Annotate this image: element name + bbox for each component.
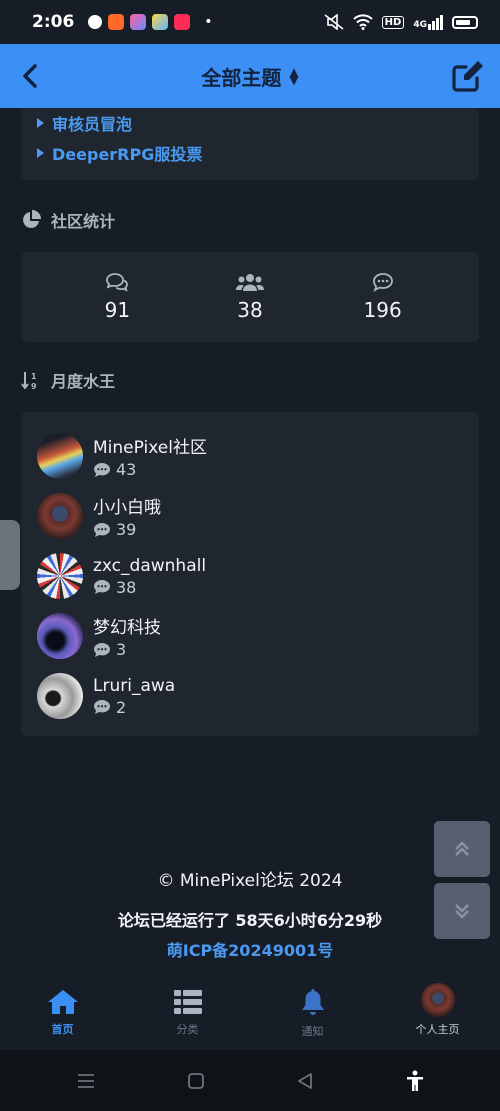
user-name: zxc_dawnhall	[93, 555, 207, 576]
svg-text:1: 1	[31, 372, 37, 381]
app-icon-5	[174, 14, 191, 30]
user-row[interactable]: 梦幻科技 3	[37, 606, 463, 666]
copyright: © MinePixel论坛 2024	[157, 871, 343, 891]
stat-value: 38	[237, 298, 263, 322]
avatar[interactable]	[37, 553, 83, 599]
users-icon	[235, 274, 264, 291]
footer: © MinePixel论坛 2024 论坛已经运行了 58天6小时6分29秒 萌…	[0, 866, 500, 961]
main-content: 审核员冒泡 DeeperRPG服投票 社区统计 91 38 196 19 月度水…	[0, 108, 500, 736]
back-triangle-icon[interactable]	[296, 1072, 314, 1090]
links-card: 审核员冒泡 DeeperRPG服投票	[21, 108, 479, 180]
link-item[interactable]: 审核员冒泡	[37, 108, 463, 138]
sort-numeric-icon: 19	[21, 372, 37, 390]
user-row[interactable]: MinePixel社区 43	[37, 426, 463, 486]
battery-icon	[452, 15, 478, 29]
stat-value: 196	[363, 298, 402, 322]
section-title: 月度水王	[51, 372, 116, 391]
user-name: 小小白哦	[93, 498, 161, 518]
edit-icon	[452, 61, 483, 92]
notification-icons: •	[88, 14, 213, 30]
top-users-card: MinePixel社区 43 小小白哦 39 zxc_dawnhall 38 梦…	[21, 412, 479, 736]
mute-icon	[324, 14, 344, 30]
icp-link[interactable]: 萌ICP备20249001号	[0, 937, 500, 961]
post-count: 3	[116, 640, 127, 659]
home-icon	[47, 990, 78, 1014]
app-icon-3	[130, 14, 147, 30]
new-post-button[interactable]	[450, 58, 486, 94]
wifi-icon	[352, 14, 373, 30]
comment-dots-icon	[94, 580, 110, 594]
stats-card: 91 38 196	[21, 252, 479, 342]
system-nav-bar	[0, 1050, 500, 1111]
caret-right-icon	[37, 148, 44, 158]
side-drawer-handle[interactable]	[0, 520, 20, 590]
tab-label: 个人主页	[415, 1023, 460, 1036]
status-time: 2:06	[32, 12, 75, 32]
comment-dots-icon	[94, 642, 110, 657]
menu-icon[interactable]	[76, 1072, 96, 1090]
app-icon-1	[88, 15, 103, 29]
stat-topics: 91	[87, 272, 147, 322]
avatar[interactable]	[37, 613, 83, 659]
user-name: MinePixel社区	[93, 438, 207, 458]
caret-right-icon	[37, 118, 44, 128]
hd-icon: HD	[381, 15, 405, 29]
avatar[interactable]	[37, 433, 83, 479]
user-row[interactable]: 小小白哦 39	[37, 486, 463, 546]
status-icons: HD 4G	[324, 14, 478, 30]
tab-home[interactable]: 首页	[0, 975, 125, 1050]
post-count: 43	[116, 460, 137, 479]
comments-icon	[106, 273, 129, 292]
pie-chart-icon	[23, 210, 41, 228]
tab-label: 分类	[176, 1023, 199, 1036]
comment-dots-icon	[372, 273, 393, 292]
tab-profile[interactable]: 个人主页	[375, 975, 500, 1050]
comment-dots-icon	[94, 522, 110, 537]
link-label: 审核员冒泡	[52, 115, 133, 134]
list-icon	[173, 990, 202, 1014]
home-square-icon[interactable]	[187, 1072, 205, 1090]
stat-users: 38	[220, 272, 280, 322]
app-icon-2	[108, 14, 125, 30]
accessibility-icon[interactable]	[405, 1070, 425, 1092]
tab-notifications[interactable]: 通知	[250, 975, 375, 1050]
uptime-text: 论坛已经运行了 58天6小时6分29秒	[117, 911, 383, 930]
page-title: 全部主题	[201, 65, 282, 90]
app-header: 全部主题 ▲ ▼	[0, 44, 500, 108]
post-count: 39	[116, 520, 137, 539]
double-chevron-up-icon	[455, 841, 469, 856]
monthly-top-heading: 19 月度水王	[21, 368, 479, 392]
community-stats-heading: 社区统计	[21, 208, 479, 232]
avatar	[420, 983, 455, 1017]
user-row[interactable]: zxc_dawnhall 38	[37, 546, 463, 606]
link-label: DeeperRPG服投票	[52, 145, 203, 164]
link-item[interactable]: DeeperRPG服投票	[37, 138, 463, 168]
avatar[interactable]	[37, 493, 83, 539]
status-bar: 2:06 • HD 4G	[0, 0, 500, 44]
bell-icon	[301, 989, 324, 1015]
avatar[interactable]	[37, 673, 83, 719]
stat-value: 91	[104, 298, 131, 322]
tab-categories[interactable]: 分类	[125, 975, 250, 1050]
bottom-tab-bar: 首页 分类 通知 个人主页	[0, 975, 500, 1050]
sort-caret-icon: ▲ ▼	[289, 65, 299, 87]
notification-dot: •	[204, 14, 213, 30]
user-name: Lruri_awa	[93, 675, 176, 696]
user-name: 梦幻科技	[93, 618, 161, 638]
section-title: 社区统计	[51, 212, 116, 231]
4g-signal-icon: 4G	[413, 14, 443, 30]
chevron-left-icon	[23, 64, 37, 88]
post-count: 38	[116, 577, 137, 597]
comment-dots-icon	[94, 462, 110, 477]
tab-label: 通知	[301, 1025, 324, 1038]
app-icon-4	[152, 14, 169, 30]
tab-label: 首页	[51, 1023, 74, 1036]
back-button[interactable]	[14, 58, 46, 94]
stat-posts: 196	[353, 272, 413, 322]
post-count: 2	[116, 697, 127, 717]
user-row[interactable]: Lruri_awa 2	[37, 666, 463, 726]
comment-dots-icon	[94, 700, 110, 714]
topic-filter-dropdown[interactable]: 全部主题 ▲ ▼	[201, 62, 298, 91]
svg-text:9: 9	[31, 382, 37, 390]
